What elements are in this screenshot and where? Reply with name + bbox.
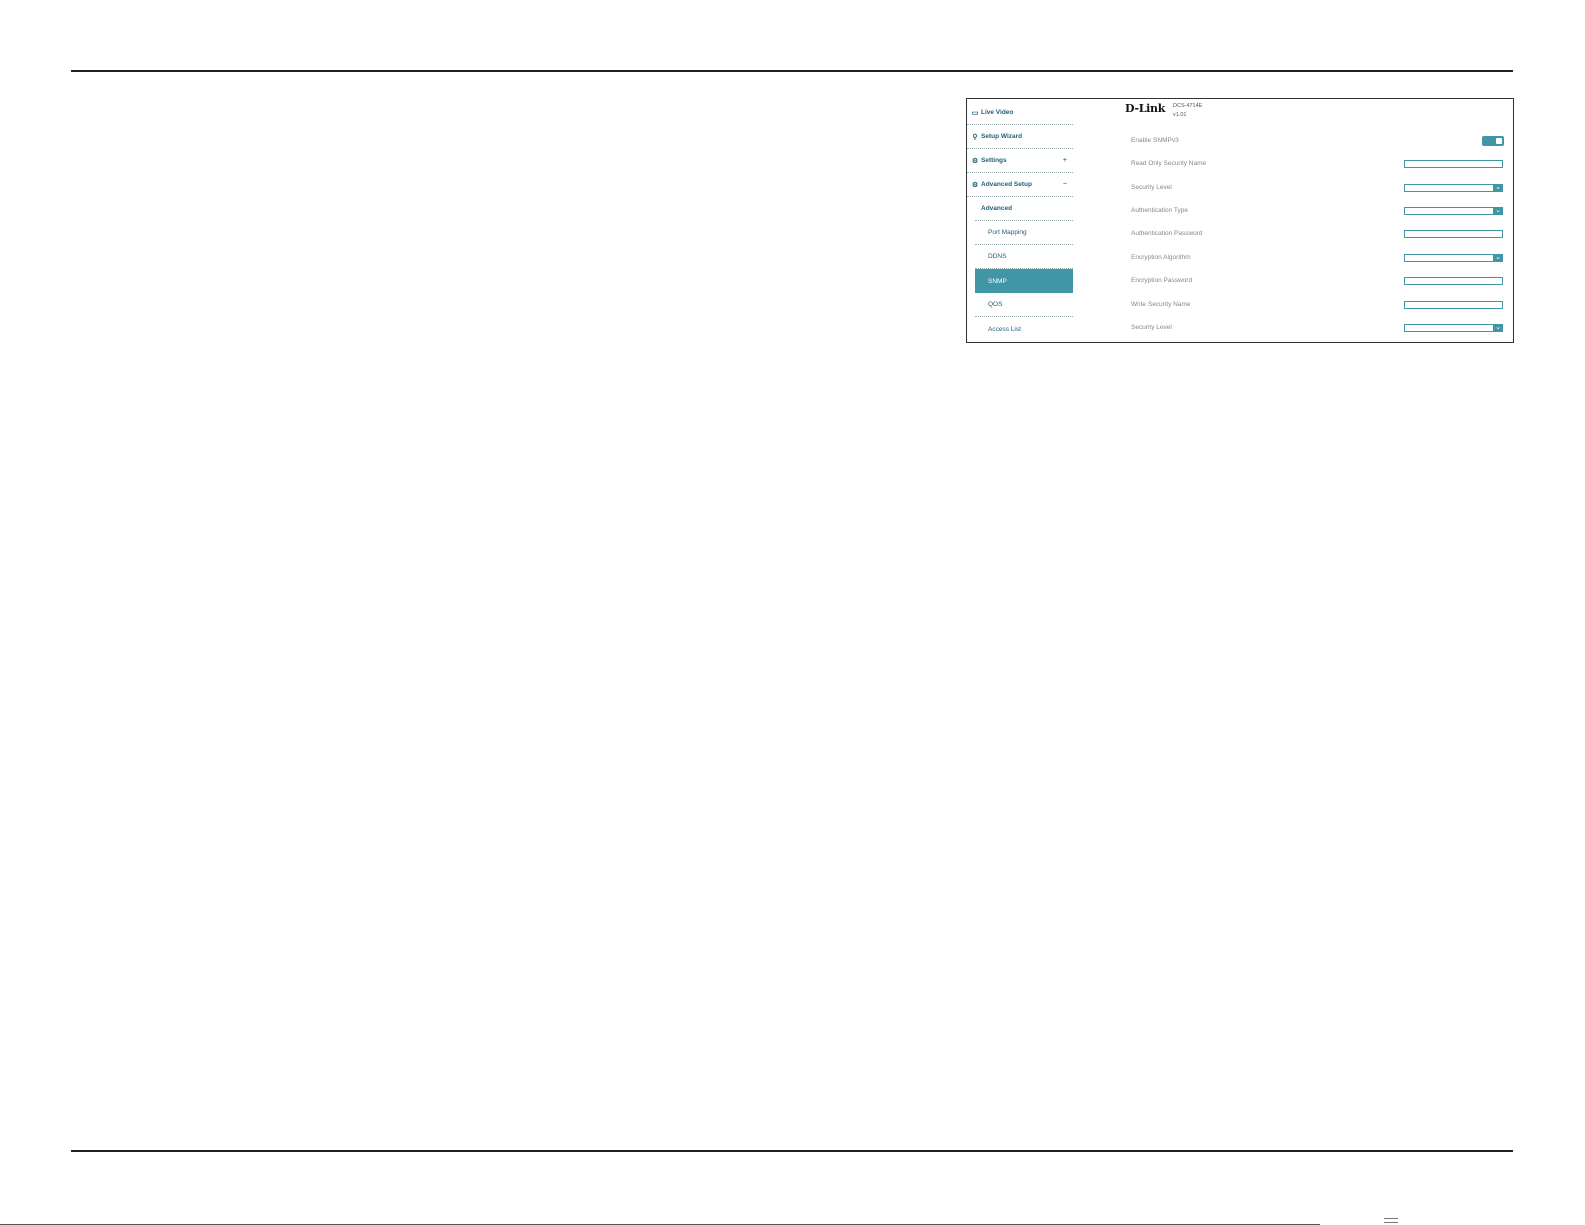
enable-snmpv3-label: Enable SNMPv3 — [1131, 137, 1179, 144]
chevron-down-icon: ⌄ — [1493, 254, 1503, 262]
encryption-algorithm-label: Encryption Algorithm — [1131, 254, 1191, 261]
model-name: DCS-4714E — [1173, 103, 1203, 109]
gear-icon: ⚙ — [971, 181, 979, 189]
read-only-security-name-label: Read Only Security Name — [1131, 160, 1207, 167]
sidebar-item-qos[interactable]: QOS — [975, 293, 1073, 317]
sidebar-item-label: Setup Wizard — [981, 133, 1023, 140]
security-level-select[interactable]: ⌄ — [1404, 324, 1503, 332]
authentication-password-label: Authentication Password — [1131, 230, 1203, 237]
write-security-name-input[interactable] — [1404, 301, 1503, 309]
security-level-label: Security Level — [1131, 184, 1172, 191]
security-level-label: Security Level — [1131, 324, 1172, 331]
sidebar-item-port-mapping[interactable]: Port Mapping — [975, 221, 1073, 245]
toggle-knob — [1496, 138, 1502, 144]
sidebar-item-label: SNMP — [988, 277, 1007, 285]
collapse-icon[interactable]: − — [1063, 181, 1067, 188]
sidebar: ▭ Live Video ⚲ Setup Wizard ⚙ Settings +… — [967, 99, 1073, 342]
sidebar-item-settings[interactable]: ⚙ Settings + — [967, 149, 1073, 173]
sidebar-item-label: DDNS — [988, 253, 1007, 260]
sidebar-item-access-list[interactable]: Access List — [975, 317, 1073, 341]
sidebar-item-label: Settings — [981, 157, 1007, 164]
write-security-name-label: Write Security Name — [1131, 301, 1191, 308]
firmware-version: v1.01 — [1173, 112, 1187, 118]
model-info: DCS-4714E v1.01 — [1173, 102, 1202, 120]
sidebar-item-setup-wizard[interactable]: ⚲ Setup Wizard — [967, 125, 1073, 149]
sidebar-item-label: Live Video — [981, 109, 1014, 116]
authentication-type-select[interactable]: ⌄ — [1404, 207, 1503, 215]
footer-mark — [1384, 1218, 1398, 1223]
snmp-settings-screenshot: ▭ Live Video ⚲ Setup Wizard ⚙ Settings +… — [966, 98, 1514, 343]
encryption-algorithm-select[interactable]: ⌄ — [1404, 254, 1503, 262]
sidebar-item-advanced-setup[interactable]: ⚙ Advanced Setup − — [967, 173, 1073, 197]
authentication-type-label: Authentication Type — [1131, 207, 1188, 214]
chevron-down-icon: ⌄ — [1493, 324, 1503, 332]
sidebar-item-live-video[interactable]: ▭ Live Video — [967, 101, 1073, 125]
bottom-rule — [71, 1150, 1513, 1152]
chevron-down-icon: ⌄ — [1493, 184, 1503, 192]
encryption-password-input[interactable] — [1404, 277, 1503, 285]
sidebar-item-label: QOS — [988, 301, 1003, 308]
sidebar-item-snmp[interactable]: SNMP — [975, 269, 1073, 293]
sidebar-item-label: Advanced — [981, 205, 1013, 212]
security-level-select[interactable]: ⌄ — [1404, 184, 1503, 192]
sidebar-item-ddns[interactable]: DDNS — [975, 245, 1073, 269]
sidebar-item-label: Access List — [988, 325, 1021, 333]
video-icon: ▭ — [971, 109, 979, 117]
expand-icon[interactable]: + — [1063, 157, 1067, 164]
sidebar-item-label: Advanced Setup — [981, 181, 1032, 188]
sidebar-item-label: Port Mapping — [988, 229, 1027, 236]
dlink-logo: D-Link — [1125, 102, 1166, 115]
sidebar-item-advanced[interactable]: Advanced — [975, 197, 1073, 221]
read-only-security-name-input[interactable] — [1404, 160, 1503, 168]
encryption-password-label: Encryption Password — [1131, 277, 1193, 284]
enable-snmpv3-toggle[interactable] — [1482, 136, 1504, 146]
top-rule — [71, 70, 1513, 72]
chevron-down-icon: ⌄ — [1493, 207, 1503, 215]
authentication-password-input[interactable] — [1404, 230, 1503, 238]
gear-icon: ⚙ — [971, 157, 979, 165]
wand-icon: ⚲ — [972, 133, 978, 141]
